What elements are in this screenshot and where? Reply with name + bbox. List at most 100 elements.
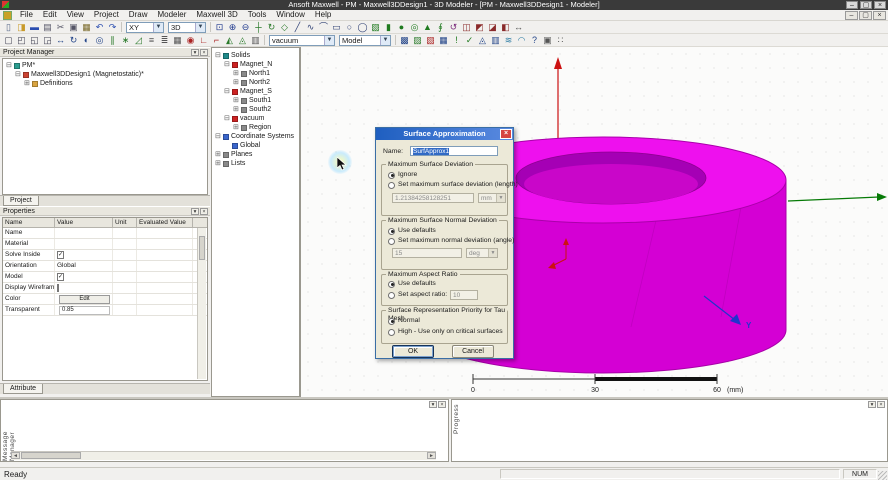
history-icon[interactable]: ≣	[158, 35, 171, 46]
property-row-display-wireframe[interactable]: Display Wireframe	[3, 283, 207, 294]
window-maximize-icon[interactable]: ▢	[860, 1, 872, 9]
panel-close-icon[interactable]: ×	[438, 401, 446, 408]
collapse-icon[interactable]: ⊟	[6, 62, 14, 70]
collapse-icon[interactable]: ⊟	[215, 52, 223, 60]
project-manager-titlebar[interactable]: Project Manager ▾ ×	[0, 47, 210, 57]
collapse-icon[interactable]: ⊟	[224, 115, 232, 123]
properties-scrollbar[interactable]	[197, 228, 206, 379]
draw-cone-icon[interactable]: ▲	[421, 22, 434, 33]
cut-icon[interactable]: ✂	[54, 22, 67, 33]
create-cs-icon[interactable]: ∟	[197, 35, 210, 46]
radio-set-surface-deviation[interactable]: Set maximum surface deviation (length)	[388, 181, 518, 189]
expand-icon[interactable]: ⊞	[233, 124, 241, 132]
draw-sphere-icon[interactable]: ●	[395, 22, 408, 33]
message-manager-hscrollbar[interactable]: ◄ ►	[11, 451, 436, 460]
mirror-icon[interactable]: ◐	[80, 35, 93, 46]
draw-torus-icon[interactable]: ◎	[408, 22, 421, 33]
tab-project[interactable]: Project	[3, 196, 39, 206]
property-row-transparent[interactable]: Transparent 0.85	[3, 305, 207, 316]
panel-menu-icon[interactable]: ▾	[191, 208, 199, 215]
paste-icon[interactable]: ▦	[80, 22, 93, 33]
prop-col-evaluated[interactable]: Evaluated Value	[137, 218, 193, 228]
detach-icon[interactable]: ◬	[236, 35, 249, 46]
collapse-icon[interactable]: ⊟	[224, 88, 232, 96]
property-row-material[interactable]: Material	[3, 239, 207, 250]
panel-close-icon[interactable]: ×	[877, 401, 885, 408]
properties-titlebar[interactable]: Properties ▾ ×	[0, 206, 210, 216]
duplicate-around-axis-icon[interactable]: ∗	[119, 35, 132, 46]
property-row-orientation[interactable]: Orientation Global	[3, 261, 207, 272]
window-minimize-icon[interactable]: –	[846, 1, 858, 9]
tree-item-coordinate-systems[interactable]: ⊟ Coordinate Systems	[212, 132, 299, 141]
snapshot-icon[interactable]: ▣	[541, 35, 554, 46]
tree-item-solids[interactable]: ⊟ Solids	[212, 51, 299, 60]
new-icon[interactable]: ▯	[2, 22, 15, 33]
menu-file[interactable]: File	[15, 10, 38, 20]
panel-menu-icon[interactable]: ▾	[868, 401, 876, 408]
radio-ignore[interactable]: Ignore	[388, 171, 417, 179]
select-edge-icon[interactable]: ◱	[28, 35, 41, 46]
property-value[interactable]: ✓	[55, 272, 113, 282]
expand-icon[interactable]: ⊞	[24, 80, 32, 88]
draw-arc-icon[interactable]: ⌒	[317, 22, 330, 33]
menu-maxwell-3d[interactable]: Maxwell 3D	[191, 10, 242, 20]
move-icon[interactable]: ↔	[54, 35, 67, 46]
radio-set-normal-deviation[interactable]: Set maximum normal deviation (angle)	[388, 237, 514, 245]
print-icon[interactable]: ▤	[41, 22, 54, 33]
subtract-icon[interactable]: ◩	[473, 22, 486, 33]
scroll-left-icon[interactable]: ◄	[11, 452, 20, 459]
unite-icon[interactable]: ◫	[460, 22, 473, 33]
mdi-minimize-icon[interactable]: –	[845, 10, 858, 20]
panel-close-icon[interactable]: ×	[200, 208, 208, 215]
tree-item-magnet-s[interactable]: ⊟ Magnet_S	[212, 87, 299, 96]
analyze-icon[interactable]: !	[450, 35, 463, 46]
assign-excitation-icon[interactable]: ▧	[424, 35, 437, 46]
resize-grip[interactable]	[878, 471, 887, 480]
tab-attribute[interactable]: Attribute	[3, 384, 44, 394]
view-mode-select[interactable]: 3D ▼	[168, 21, 206, 33]
align-icon[interactable]: ≡	[145, 35, 158, 46]
panel-close-icon[interactable]: ×	[200, 49, 208, 56]
menu-draw[interactable]: Draw	[124, 10, 153, 20]
mdi-close-icon[interactable]: ×	[873, 10, 886, 20]
menu-view[interactable]: View	[62, 10, 89, 20]
draw-spline-icon[interactable]: ∿	[304, 22, 317, 33]
prop-col-name[interactable]: Name	[3, 218, 55, 228]
normal-deviation-unit-select[interactable]: deg ▼	[466, 248, 498, 258]
offset-icon[interactable]: ◎	[93, 35, 106, 46]
tree-item-pm[interactable]: ⊟ PM*	[3, 61, 207, 70]
select-vertex-icon[interactable]: ◲	[41, 35, 54, 46]
grid-settings-icon[interactable]: ▦	[171, 35, 184, 46]
window-titlebar[interactable]: Ansoft Maxwell - PM - Maxwell3DDesign1 -…	[0, 0, 888, 10]
prop-col-value[interactable]: Value	[55, 218, 113, 228]
section-icon[interactable]: ◧	[499, 22, 512, 33]
expand-icon[interactable]: ⊞	[233, 97, 241, 105]
zoom-in-icon[interactable]: ⊕	[226, 22, 239, 33]
measure-icon[interactable]: ↔	[512, 22, 525, 33]
draw-box-icon[interactable]: ▧	[369, 22, 382, 33]
tree-item-magnet-n[interactable]: ⊟ Magnet_N	[212, 60, 299, 69]
menu-help[interactable]: Help	[310, 10, 336, 20]
radio-normal-use-defaults[interactable]: Use defaults	[388, 227, 436, 235]
results-icon[interactable]: ▥	[489, 35, 502, 46]
property-value[interactable]: 0.85	[55, 305, 113, 315]
plane-select[interactable]: XY ▼	[126, 21, 164, 33]
normal-deviation-input[interactable]: 15	[392, 248, 462, 258]
validate-icon[interactable]: ✓	[463, 35, 476, 46]
menu-modeler[interactable]: Modeler	[152, 10, 191, 20]
collapse-icon[interactable]: ⊟	[215, 133, 223, 141]
property-value[interactable]	[55, 239, 113, 249]
name-input[interactable]: SurfApprox1	[410, 146, 498, 156]
checkbox-checked-icon[interactable]: ✓	[57, 273, 65, 281]
expand-icon[interactable]: ⊞	[233, 70, 241, 78]
fit-all-icon[interactable]: ⊡	[213, 22, 226, 33]
purge-history-icon[interactable]: ▥	[249, 35, 262, 46]
property-value[interactable]	[55, 283, 113, 293]
property-row-name[interactable]: Name	[3, 228, 207, 239]
open-icon[interactable]: ◨	[15, 22, 28, 33]
property-row-solve-inside[interactable]: Solve Inside ✓	[3, 250, 207, 261]
dialog-titlebar[interactable]: Surface Approximation ×	[376, 128, 513, 140]
checkbox-checked-icon[interactable]: ✓	[57, 251, 65, 259]
tree-item-north1[interactable]: ⊞ North1	[212, 69, 299, 78]
draw-rectangle-icon[interactable]: ▭	[330, 22, 343, 33]
